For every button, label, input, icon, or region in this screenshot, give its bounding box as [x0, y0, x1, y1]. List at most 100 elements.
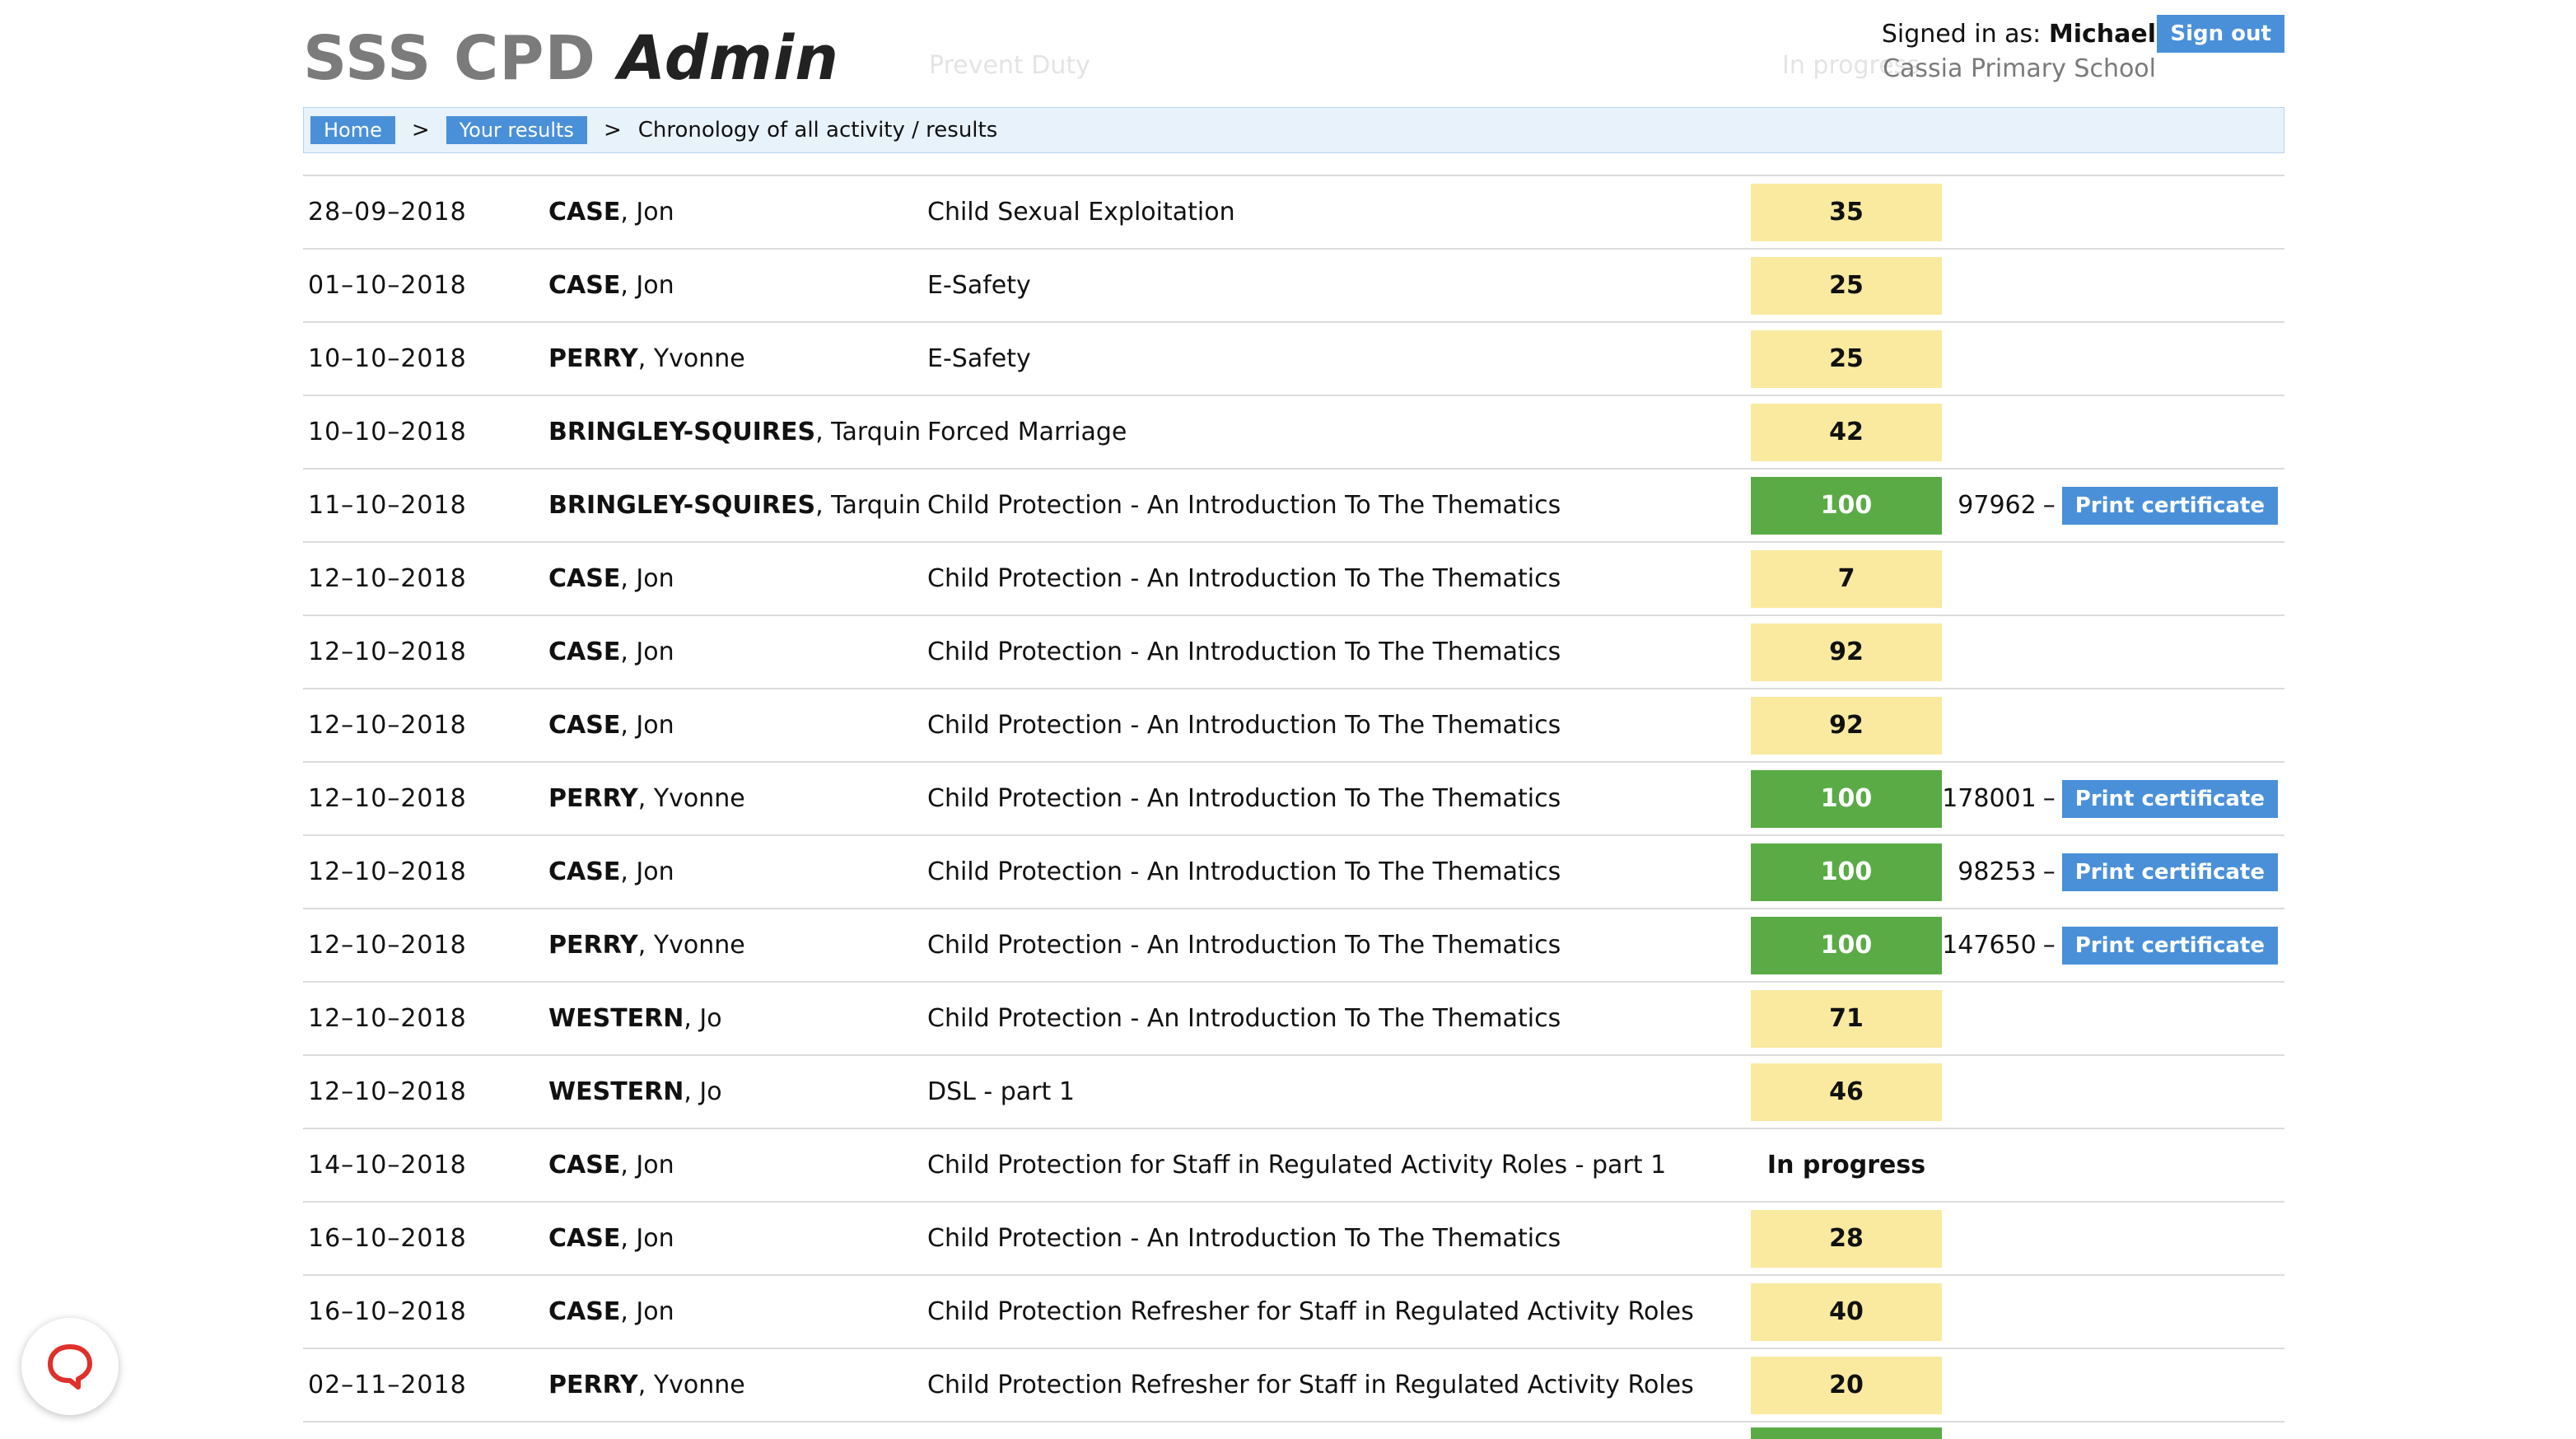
row-course: Child Protection - An Introduction To Th…: [927, 491, 1561, 520]
signed-in-text: Signed in as: Michael: [1882, 20, 2156, 49]
row-score: 46: [1751, 1063, 1942, 1121]
row-firstname: , Jon: [620, 857, 674, 886]
print-certificate-button[interactable]: Print certificate: [2061, 926, 2278, 965]
breadcrumb-current: Chronology of all activity / results: [637, 118, 998, 142]
row-date: 12–10–2018: [308, 857, 467, 886]
row-person: PERRY, Yvonne: [548, 323, 745, 395]
row-date: 02–11–2018: [308, 1371, 467, 1399]
row-person: BRINGLEY-SQUIRES, Tarquin: [548, 396, 921, 468]
row-surname: PERRY: [548, 344, 638, 373]
signed-in-label: Signed in as:: [1881, 20, 2042, 49]
row-person: PERRY, Yvonne: [548, 1349, 745, 1421]
brand-prefix: SSS CPD: [303, 23, 596, 94]
row-person: WESTERN, Jo: [548, 1056, 722, 1128]
row-course: DSL - part 1: [927, 1077, 1075, 1106]
row-surname: BRINGLEY-SQUIRES: [548, 491, 816, 520]
row-firstname: , Jon: [620, 638, 674, 666]
row-person: CASE, Jon: [548, 543, 674, 614]
row-course: E-Safety: [927, 271, 1031, 300]
row-course: Child Protection - An Introduction To Th…: [927, 784, 1561, 813]
row-firstname: , Jon: [620, 711, 674, 740]
row-person: CASE, Jon: [548, 836, 674, 908]
certificate-number: 147650: [1942, 931, 2037, 960]
row-score: 100: [1751, 477, 1942, 535]
row-course: Child Protection Refresher for Staff in …: [927, 1371, 1694, 1399]
chat-widget-button[interactable]: [21, 1318, 119, 1415]
row-course: Child Protection - An Introduction To Th…: [927, 857, 1561, 886]
row-certificate: 97962– Print certificate: [1958, 470, 2278, 541]
row-person: CASE, Jon: [548, 616, 674, 688]
certificate-number: 97962: [1958, 491, 2037, 520]
row-certificate: 178001– Print certificate: [1942, 763, 2278, 834]
row-surname: PERRY: [548, 1371, 638, 1399]
ghost-course: Prevent Duty: [929, 51, 1090, 80]
brand-suffix: Admin: [618, 23, 839, 94]
row-score: 25: [1751, 257, 1942, 315]
table-row: 12–10–2018 WESTERN, Jo DSL - part 1 46: [303, 1054, 2284, 1128]
row-score: 35: [1751, 184, 1942, 241]
row-certificate: 98253– Print certificate: [1958, 836, 2278, 908]
breadcrumb-separator: >: [411, 118, 430, 142]
site-logo[interactable]: SSS CPD Admin: [303, 23, 839, 94]
row-firstname: , Jon: [620, 198, 674, 227]
print-certificate-button[interactable]: Print certificate: [2061, 486, 2278, 525]
breadcrumb-your-results[interactable]: Your results: [446, 116, 587, 144]
row-date: 14–10–2018: [308, 1151, 467, 1180]
row-date: 12–10–2018: [308, 638, 467, 666]
row-certificate: 147650– Print certificate: [1942, 909, 2278, 981]
table-row: 11–10–2018 BRINGLEY-SQUIRES, Tarquin Child…: [303, 468, 2284, 541]
table-row: 14–10–2018 CASE, Jon Child Protection for …: [303, 1128, 2284, 1201]
row-firstname: , Jon: [620, 564, 674, 593]
table-row: 12–10–2018 CASE, Jon Child Protection - An…: [303, 688, 2284, 761]
table-row: 12–10–2018 CASE, Jon Child Protection - An…: [303, 834, 2284, 908]
row-course: Child Protection - An Introduction To Th…: [927, 931, 1561, 960]
row-date: 16–10–2018: [308, 1297, 467, 1326]
page-container: Prevent Duty In progress SSS CPD Admin S…: [303, 0, 2284, 1439]
row-surname: CASE: [548, 857, 621, 886]
row-score: 92: [1751, 697, 1942, 755]
results-table: 28–09–2018 CASE, Jon Child Sexual Exploita…: [303, 175, 2284, 1439]
row-firstname: , Jo: [684, 1004, 722, 1033]
row-surname: CASE: [548, 1224, 621, 1253]
row-firstname: , Jon: [620, 1224, 674, 1253]
row-score: In progress: [1766, 1151, 1926, 1180]
row-firstname: , Jon: [620, 1297, 674, 1326]
school-name: Cassia Primary School: [1883, 54, 2156, 83]
row-person: CASE, Jon: [548, 1203, 674, 1274]
row-surname: BRINGLEY-SQUIRES: [548, 418, 816, 446]
table-row: 10–10–2018 PERRY, Yvonne E-Safety 25: [303, 321, 2284, 395]
certificate-dash: –: [2042, 931, 2056, 960]
print-certificate-button[interactable]: Print certificate: [2061, 779, 2278, 818]
row-course: Child Protection - An Introduction To Th…: [927, 638, 1561, 666]
row-date: 12–10–2018: [308, 784, 467, 813]
table-row: 28–09–2018 CASE, Jon Child Sexual Exploita…: [303, 175, 2284, 248]
row-score: 40: [1751, 1283, 1942, 1341]
row-surname: CASE: [548, 271, 621, 300]
table-row: 01–10–2018 CASE, Jon E-Safety 25: [303, 248, 2284, 321]
row-surname: CASE: [548, 1151, 621, 1180]
row-firstname: , Tarquin: [815, 418, 922, 446]
row-date: 12–10–2018: [308, 1077, 467, 1106]
row-surname: CASE: [548, 198, 621, 227]
table-row: 16–10–2018 CASE, Jon Child Protection Refr…: [303, 1274, 2284, 1348]
row-course: Child Protection - An Introduction To Th…: [927, 711, 1561, 740]
certificate-dash: –: [2042, 784, 2056, 813]
row-person: CASE, Jon: [548, 250, 674, 321]
sign-out-button[interactable]: Sign out: [2157, 15, 2284, 53]
breadcrumb-home[interactable]: Home: [310, 116, 395, 144]
row-person: BRINGLEY-SQUIRES, Tarquin: [548, 470, 921, 541]
print-certificate-button[interactable]: Print certificate: [2061, 853, 2278, 891]
row-date: 28–09–2018: [308, 198, 467, 227]
user-name: Michael: [2048, 20, 2156, 49]
table-row: 10–10–2018 BRINGLEY-SQUIRES, Tarquin Force…: [303, 395, 2284, 468]
breadcrumb: Home > Your results > Chronology of all …: [303, 107, 2284, 153]
row-surname: PERRY: [548, 931, 638, 960]
row-date: 10–10–2018: [308, 344, 467, 373]
row-course: Child Sexual Exploitation: [927, 198, 1235, 227]
row-date: 16–10–2018: [308, 1224, 467, 1253]
row-firstname: , Jon: [620, 1151, 674, 1180]
row-course: Child Protection - An Introduction To Th…: [927, 1224, 1561, 1253]
table-row: 02–11–2018 PERRY, Yvonne Child Protection …: [303, 1348, 2284, 1421]
table-row-partial: [303, 1421, 2284, 1439]
row-course: Child Protection - An Introduction To Th…: [927, 1004, 1561, 1033]
